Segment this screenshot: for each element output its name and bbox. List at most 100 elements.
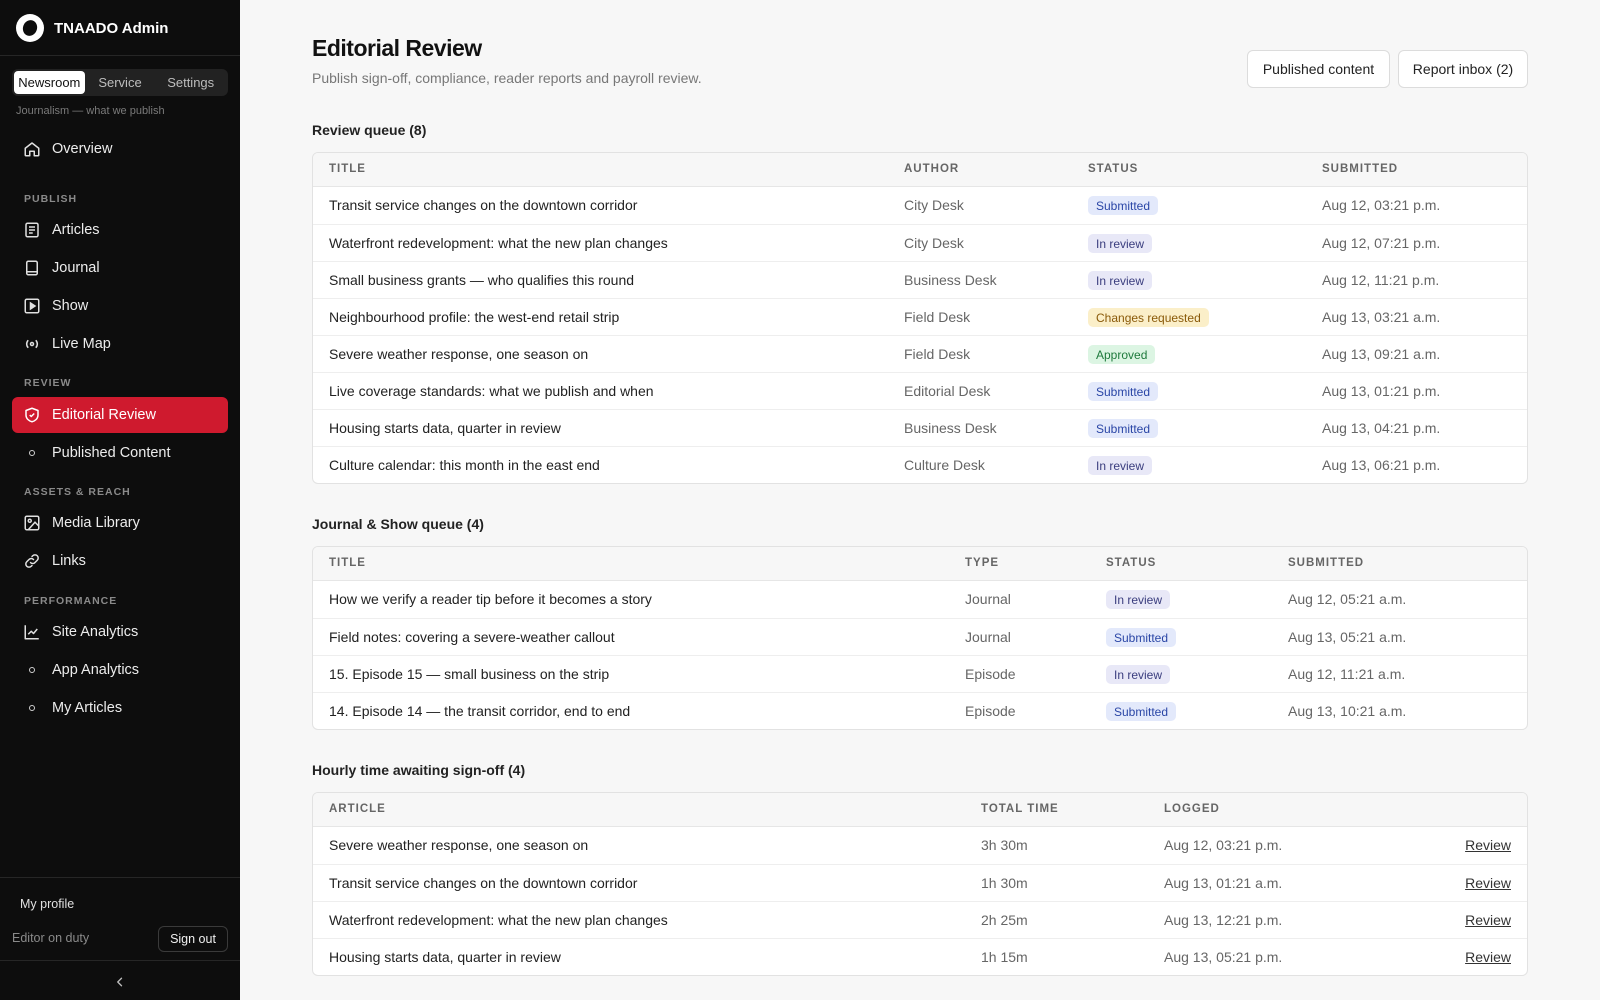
app-name: TNAADO Admin — [54, 19, 169, 37]
sidebar-item-label: Show — [52, 298, 89, 314]
sidebar-item-published-content[interactable]: Published Content — [12, 435, 228, 471]
sidebar-item-label: Media Library — [52, 515, 140, 531]
workspace-hint: Journalism — what we publish — [16, 105, 165, 117]
segment-service[interactable]: Service — [85, 71, 156, 94]
status-badge: Submitted — [1088, 382, 1159, 401]
row-title[interactable]: How we verify a reader tip before it bec… — [329, 591, 652, 607]
sidebar-item-links[interactable]: Links — [12, 543, 228, 579]
sidebar-item-label: My Articles — [52, 700, 123, 716]
column-header: LOGGED — [1164, 803, 1220, 815]
sidebar-item-app-analytics[interactable]: App Analytics — [12, 652, 228, 688]
status-badge: Submitted — [1088, 196, 1159, 215]
segment-settings[interactable]: Settings — [155, 71, 226, 94]
row-author: City Desk — [904, 235, 964, 251]
row-submitted: Aug 12, 07:21 p.m. — [1322, 235, 1441, 251]
row-title[interactable]: 15. Episode 15 — small business on the s… — [329, 666, 609, 682]
page-subtitle: Publish sign-off, compliance, reader rep… — [312, 70, 702, 86]
sidebar-item-overview[interactable]: Overview — [12, 131, 228, 167]
row-submitted: Aug 12, 11:21 p.m. — [1322, 272, 1440, 288]
row-logged: Aug 13, 01:21 a.m. — [1164, 875, 1283, 891]
section-assets: ASSETS & REACH — [24, 486, 131, 498]
sidebar-item-media-library[interactable]: Media Library — [12, 505, 228, 541]
row-author: Business Desk — [904, 272, 997, 288]
row-title[interactable]: Transit service changes on the downtown … — [329, 197, 637, 213]
review-queue-body: Transit service changes on the downtown … — [313, 187, 1527, 483]
row-submitted: Aug 13, 05:21 a.m. — [1288, 629, 1407, 645]
row-title[interactable]: Live coverage standards: what we publish… — [329, 383, 654, 399]
status-badge: In review — [1088, 271, 1153, 290]
sidebar-item-journal[interactable]: Journal — [12, 250, 228, 286]
table-row[interactable]: Small business grants — who qualifies th… — [313, 261, 1527, 298]
sidebar-item-live-map[interactable]: Live Map — [12, 326, 228, 362]
journal-queue-table: TITLE TYPE STATUS SUBMITTED How we verif… — [312, 546, 1528, 730]
row-title[interactable]: Small business grants — who qualifies th… — [329, 272, 634, 288]
brand[interactable]: TNAADO Admin — [16, 14, 168, 42]
sidebar-item-my-articles[interactable]: My Articles — [12, 690, 228, 726]
chevron-left-icon — [117, 977, 123, 987]
review-link[interactable]: Review — [1465, 875, 1511, 891]
row-submitted: Aug 12, 11:21 a.m. — [1288, 666, 1406, 682]
table-row[interactable]: Live coverage standards: what we publish… — [313, 372, 1527, 409]
table-row[interactable]: Transit service changes on the downtown … — [313, 187, 1527, 224]
table-row[interactable]: Neighbourhood profile: the west-end reta… — [313, 298, 1527, 335]
row-submitted: Aug 13, 01:21 p.m. — [1322, 383, 1441, 399]
table-row[interactable]: 14. Episode 14 — the transit corridor, e… — [313, 692, 1527, 729]
play-icon — [23, 297, 41, 315]
published-content-button[interactable]: Published content — [1247, 50, 1390, 88]
row-title[interactable]: Waterfront redevelopment: what the new p… — [329, 235, 668, 251]
row-author: Field Desk — [904, 346, 971, 362]
table-row[interactable]: Severe weather response, one season on F… — [313, 335, 1527, 372]
table-row[interactable]: Waterfront redevelopment: what the new p… — [313, 224, 1527, 261]
segment-newsroom[interactable]: Newsroom — [14, 71, 85, 94]
sign-out-button[interactable]: Sign out — [158, 926, 228, 952]
section-publish: PUBLISH — [24, 193, 78, 205]
status-badge: In review — [1106, 665, 1171, 684]
sidebar-item-label: Live Map — [52, 336, 111, 352]
status-badge: Submitted — [1106, 702, 1177, 721]
sidebar-bottom-divider — [0, 960, 240, 961]
row-submitted: Aug 13, 06:21 p.m. — [1322, 457, 1441, 473]
review-link[interactable]: Review — [1465, 837, 1511, 853]
line-chart-icon — [23, 623, 41, 641]
row-article: Severe weather response, one season on — [329, 837, 589, 853]
table-row: Housing starts data, quarter in review 1… — [313, 938, 1527, 975]
row-title[interactable]: Housing starts data, quarter in review — [329, 420, 561, 436]
home-icon — [23, 140, 41, 158]
sidebar-item-label: Published Content — [52, 445, 171, 461]
review-link[interactable]: Review — [1465, 949, 1511, 965]
review-link[interactable]: Review — [1465, 912, 1511, 928]
row-logged: Aug 13, 12:21 p.m. — [1164, 912, 1283, 928]
report-inbox-button[interactable]: Report inbox (2) — [1398, 50, 1528, 88]
link-icon — [23, 552, 41, 570]
column-header: TITLE — [329, 557, 366, 569]
table-row[interactable]: 15. Episode 15 — small business on the s… — [313, 655, 1527, 692]
sidebar-item-label: Editorial Review — [52, 407, 156, 423]
hourly-title: Hourly time awaiting sign-off (4) — [312, 762, 526, 778]
sidebar-item-articles[interactable]: Articles — [12, 212, 228, 248]
sidebar-item-site-analytics[interactable]: Site Analytics — [12, 614, 228, 650]
sidebar-divider — [0, 55, 240, 56]
column-header: SUBMITTED — [1288, 557, 1365, 569]
row-title[interactable]: Culture calendar: this month in the east… — [329, 457, 600, 473]
status-badge: In review — [1088, 234, 1153, 253]
sidebar-item-editorial-review[interactable]: Editorial Review — [12, 397, 228, 433]
review-queue-title: Review queue (8) — [312, 122, 427, 138]
row-title[interactable]: Severe weather response, one season on — [329, 346, 588, 362]
row-title[interactable]: Field notes: covering a severe-weather c… — [329, 629, 615, 645]
my-profile-link[interactable]: My profile — [20, 897, 74, 911]
row-logged: Aug 13, 05:21 p.m. — [1164, 949, 1283, 965]
row-article: Transit service changes on the downtown … — [329, 875, 638, 891]
collapse-sidebar-button[interactable] — [112, 974, 128, 990]
row-title[interactable]: 14. Episode 14 — the transit corridor, e… — [329, 703, 630, 719]
sidebar-item-label: Articles — [52, 222, 100, 238]
row-author: City Desk — [904, 197, 964, 213]
row-total-time: 2h 25m — [981, 912, 1028, 928]
table-row[interactable]: How we verify a reader tip before it bec… — [313, 581, 1527, 618]
table-row[interactable]: Culture calendar: this month in the east… — [313, 446, 1527, 483]
row-submitted: Aug 13, 10:21 a.m. — [1288, 703, 1407, 719]
column-header: STATUS — [1088, 163, 1139, 175]
sidebar-item-show[interactable]: Show — [12, 288, 228, 324]
table-row[interactable]: Housing starts data, quarter in review B… — [313, 409, 1527, 446]
row-title[interactable]: Neighbourhood profile: the west-end reta… — [329, 309, 619, 325]
table-row[interactable]: Field notes: covering a severe-weather c… — [313, 618, 1527, 655]
